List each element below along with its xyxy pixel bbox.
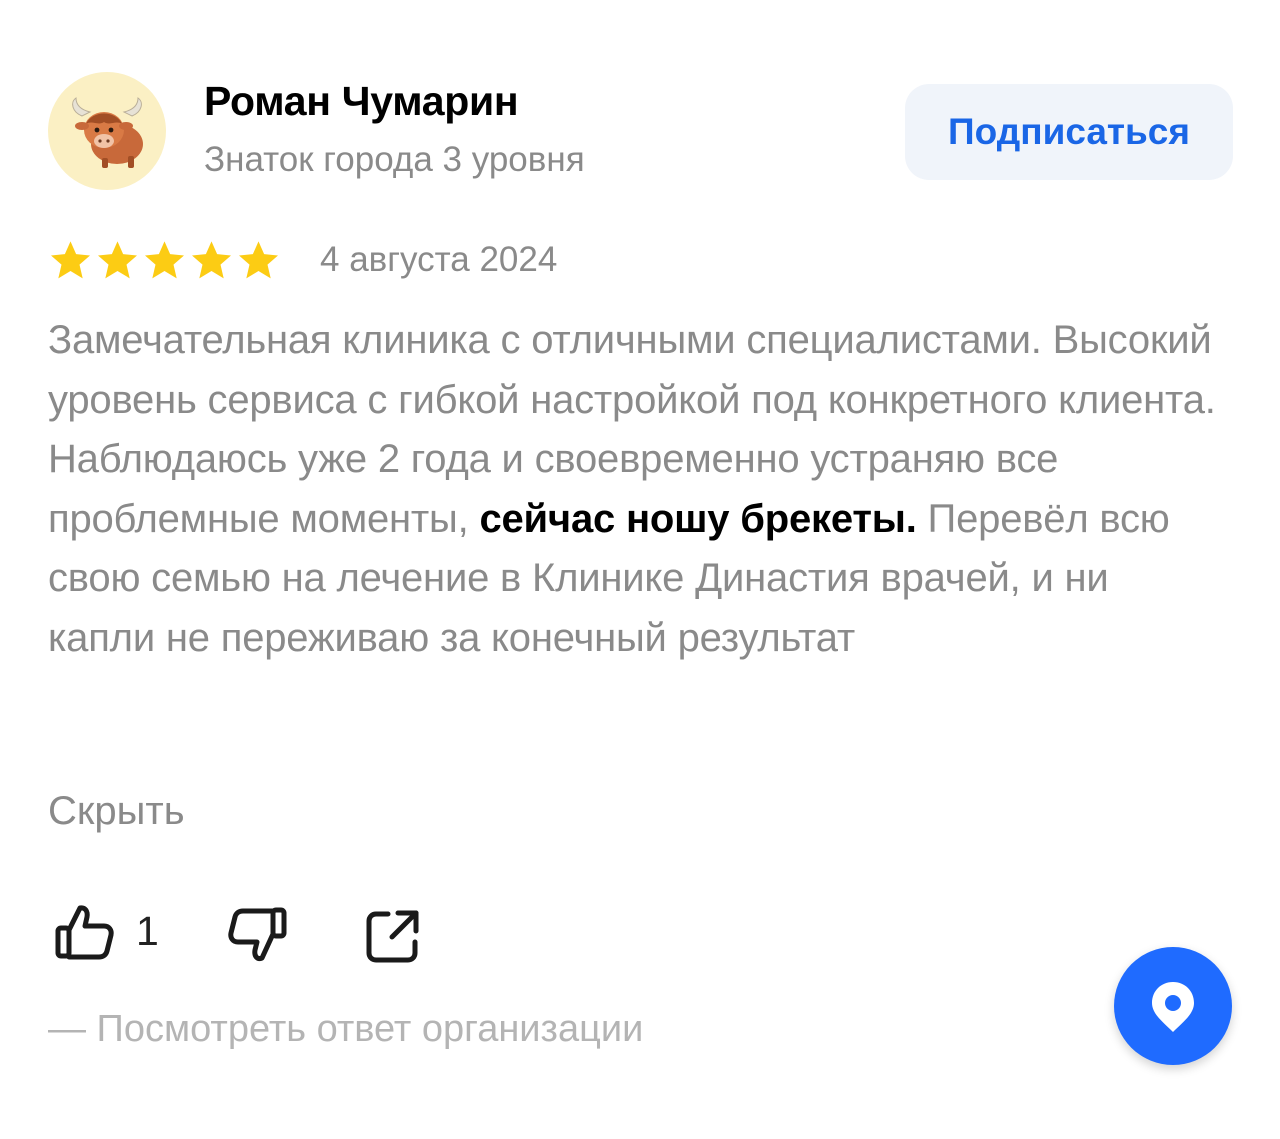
review-text: Замечательная клиника с отличными специа… bbox=[48, 311, 1218, 668]
star-icon bbox=[145, 241, 184, 279]
author-name[interactable]: Роман Чумарин bbox=[204, 78, 519, 125]
avatar[interactable] bbox=[48, 72, 166, 190]
share-icon bbox=[366, 910, 419, 963]
map-fab-button[interactable] bbox=[1114, 947, 1232, 1065]
review-date: 4 августа 2024 bbox=[320, 240, 558, 279]
hide-link[interactable]: Скрыть bbox=[48, 789, 185, 834]
yak-avatar-icon bbox=[72, 97, 143, 168]
star-icon bbox=[98, 241, 137, 279]
share-button[interactable] bbox=[360, 904, 426, 970]
subscribe-button[interactable]: Подписаться bbox=[905, 84, 1233, 180]
like-button[interactable] bbox=[52, 900, 118, 966]
star-icon bbox=[51, 241, 90, 279]
author-level: Знаток города 3 уровня bbox=[204, 140, 585, 179]
org-reply-link[interactable]: — Посмотреть ответ организации bbox=[48, 1008, 643, 1051]
like-count: 1 bbox=[136, 908, 159, 954]
review-text-bold: сейчас ношу брекеты. bbox=[479, 496, 917, 541]
thumbs-up-icon bbox=[55, 905, 114, 960]
map-pin-icon bbox=[1152, 982, 1194, 1032]
star-icon bbox=[192, 241, 231, 279]
star-rating bbox=[48, 238, 281, 283]
star-icon bbox=[239, 241, 278, 279]
dislike-button[interactable] bbox=[224, 904, 290, 970]
thumbs-down-icon bbox=[228, 907, 287, 961]
